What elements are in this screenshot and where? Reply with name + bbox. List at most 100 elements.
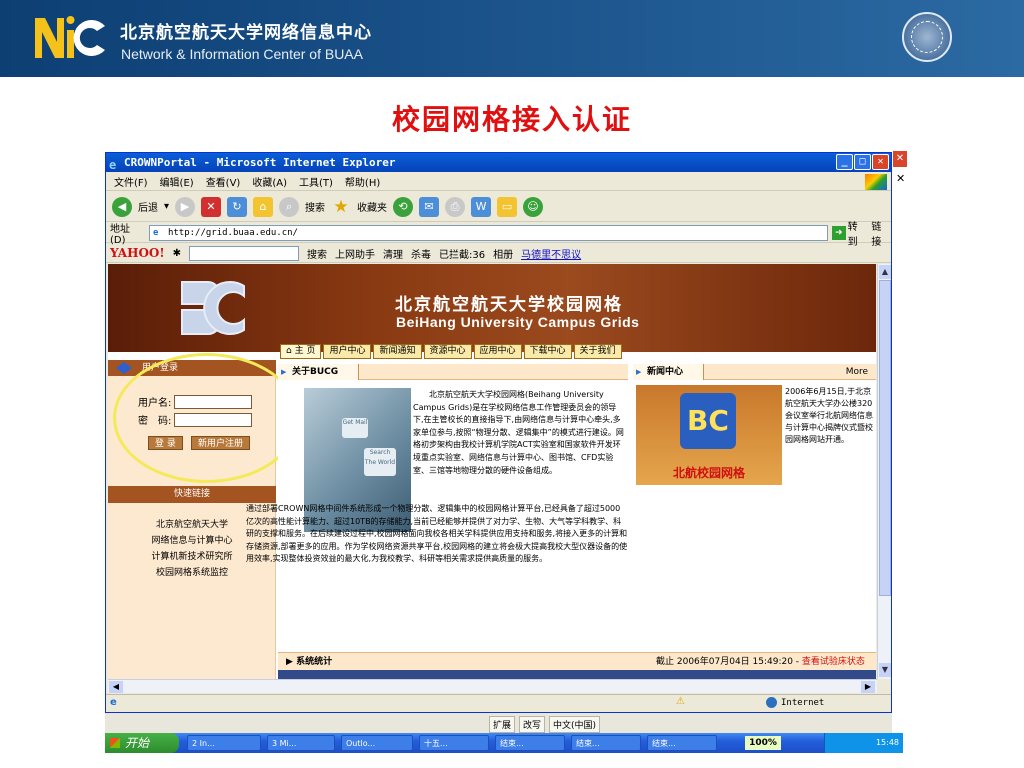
forward-arrow-icon[interactable]: ▶ bbox=[175, 196, 196, 217]
toolbar: ◀ 后退 ▾ ▶ ✕ ↻ ⌂ ⌕ 搜索 ★ 收藏夹 ⟲ ✉ ⎙ W ▭ ☺ bbox=[106, 192, 891, 222]
globe-icon bbox=[766, 697, 777, 708]
menu-help[interactable]: 帮助(H) bbox=[345, 174, 380, 189]
menu-file[interactable]: 文件(F) bbox=[114, 174, 148, 189]
task-word[interactable]: 3 Mi... bbox=[267, 735, 335, 751]
outer-close-small-icon[interactable]: ✕ bbox=[896, 172, 905, 185]
login-header: 用户登录 bbox=[108, 360, 276, 376]
yahoo-search-input[interactable] bbox=[189, 245, 300, 261]
task-ie[interactable]: 2 In... bbox=[187, 735, 261, 751]
nav-downloads[interactable]: 下载中心 bbox=[523, 344, 572, 359]
menu-favorites[interactable]: 收藏(A) bbox=[252, 174, 287, 189]
warning-icon[interactable]: ⚠ bbox=[676, 696, 685, 707]
scroll-up-icon[interactable]: ▲ bbox=[879, 265, 891, 279]
task-end-2[interactable]: 结束... bbox=[571, 735, 641, 751]
nav-home[interactable]: ⌂ 主 页 bbox=[280, 344, 322, 359]
ime-language[interactable]: 中文(中国) bbox=[549, 716, 601, 733]
search-icon[interactable]: ⌕ bbox=[279, 196, 300, 217]
menu-view[interactable]: 查看(V) bbox=[206, 174, 241, 189]
horizontal-scrollbar[interactable]: ◀ ▶ bbox=[108, 679, 877, 693]
yahoo-antivirus-button[interactable]: 杀毒 bbox=[411, 246, 431, 261]
scroll-thumb[interactable] bbox=[879, 280, 891, 596]
yahoo-clean-button[interactable]: 清理 bbox=[383, 246, 403, 261]
go-button[interactable]: ➜ 转到 bbox=[831, 218, 867, 248]
menubar: 文件(F) 编辑(E) 查看(V) 收藏(A) 工具(T) 帮助(H) bbox=[106, 173, 891, 191]
task-folder[interactable]: 十五... bbox=[419, 735, 489, 751]
nav-applications[interactable]: 应用中心 bbox=[473, 344, 522, 359]
password-input[interactable] bbox=[174, 412, 253, 427]
task-end-1[interactable]: 结束... bbox=[495, 735, 565, 751]
scroll-down-icon[interactable]: ▼ bbox=[879, 663, 891, 677]
stop-icon[interactable]: ✕ bbox=[201, 196, 222, 217]
back-arrow-icon[interactable]: ◀ bbox=[112, 196, 132, 217]
favorites-button-label[interactable]: 收藏夹 bbox=[357, 199, 387, 214]
username-row: 用户名: bbox=[138, 394, 253, 409]
ime-overwrite[interactable]: 改写 bbox=[519, 716, 546, 733]
refresh-icon[interactable]: ↻ bbox=[227, 196, 248, 217]
yahoo-gear-icon[interactable]: ✱ bbox=[173, 248, 181, 259]
close-button[interactable]: ✕ bbox=[872, 154, 889, 170]
system-stats-date-text: 截止 2006年07月04日 15:49:20 - bbox=[656, 657, 802, 667]
slide-title: 校园网格接入认证 bbox=[391, 103, 632, 136]
bg-logo-icon bbox=[181, 281, 245, 335]
mail-icon[interactable]: ✉ bbox=[419, 196, 440, 217]
yahoo-promo-link[interactable]: 马德里不思议 bbox=[521, 246, 581, 261]
system-stats-bar: ▶ 系统统计 截止 2006年07月04日 15:49:20 - 查看试验床状态 bbox=[278, 652, 876, 670]
links-label[interactable]: 链接 bbox=[871, 218, 891, 248]
history-icon[interactable]: ⟲ bbox=[393, 196, 414, 217]
outer-close-icon[interactable]: ✕ bbox=[893, 151, 907, 167]
system-stats-label: 系统统计 bbox=[296, 657, 333, 667]
testbed-status-link[interactable]: 查看试验床状态 bbox=[802, 657, 865, 667]
yahoo-blocked-button[interactable]: 已拦截:36 bbox=[439, 246, 485, 261]
scroll-left-icon[interactable]: ◀ bbox=[109, 681, 123, 693]
windows-flag-icon bbox=[865, 174, 887, 190]
nav-about[interactable]: 关于我们 bbox=[573, 344, 622, 359]
back-button-label[interactable]: 后退 bbox=[138, 199, 158, 214]
menu-edit[interactable]: 编辑(E) bbox=[160, 174, 194, 189]
task-end-3[interactable]: 结束... bbox=[647, 735, 717, 751]
quick-link-monitor[interactable]: 校园网格系统监控 bbox=[108, 565, 276, 581]
login-button[interactable]: 登 录 bbox=[148, 436, 183, 450]
about-tab[interactable]: 关于BUCG bbox=[278, 364, 360, 380]
news-tab[interactable]: 新闻中心 bbox=[633, 364, 705, 380]
about-section: 关于BUCG Get Mail Search The World 北京航空航天大… bbox=[246, 364, 628, 654]
back-dropdown-icon[interactable]: ▾ bbox=[164, 201, 169, 212]
news-text[interactable]: 2006年6月15日,于北京航空航天大学办公楼320会议室举行北航网络信息与计算… bbox=[785, 386, 875, 446]
scroll-right-icon[interactable]: ▶ bbox=[861, 681, 875, 693]
clock[interactable]: 15:48 bbox=[876, 738, 899, 747]
start-button[interactable]: 开始 bbox=[105, 733, 179, 753]
news-more-link[interactable]: More bbox=[846, 364, 868, 380]
site-title-en: BeiHang University Campus Grids bbox=[396, 314, 640, 330]
address-input[interactable]: http://grid.buaa.edu.cn/ bbox=[148, 224, 828, 241]
statusbar: e ⚠ Internet bbox=[106, 694, 891, 712]
messenger-icon[interactable]: ☺ bbox=[523, 196, 544, 217]
yahoo-assistant-button[interactable]: 上网助手 bbox=[335, 246, 375, 261]
home-icon[interactable]: ⌂ bbox=[253, 196, 274, 217]
minimize-button[interactable]: _ bbox=[836, 154, 853, 170]
menu-tools[interactable]: 工具(T) bbox=[299, 174, 333, 189]
vertical-scrollbar[interactable]: ▲ ▼ bbox=[877, 264, 891, 679]
nav-news[interactable]: 新闻通知 bbox=[373, 344, 422, 359]
yahoo-logo[interactable]: YAHOO! bbox=[110, 246, 165, 260]
yahoo-album-button[interactable]: 相册 bbox=[493, 246, 513, 261]
zoom-level[interactable]: 100% bbox=[745, 736, 781, 750]
folder-icon[interactable]: ▭ bbox=[497, 196, 518, 217]
task-outlook[interactable]: Outlo... bbox=[341, 735, 413, 751]
news-header: 新闻中心 More bbox=[633, 364, 876, 380]
favorites-star-icon[interactable]: ★ bbox=[331, 197, 351, 217]
username-input[interactable] bbox=[174, 394, 253, 409]
ime-extend[interactable]: 扩展 bbox=[489, 716, 516, 733]
register-button[interactable]: 新用户注册 bbox=[191, 436, 251, 450]
print-icon[interactable]: ⎙ bbox=[445, 196, 466, 217]
maximize-button[interactable]: □ bbox=[854, 154, 871, 170]
ime-bar: 扩展 改写 中文(中国) bbox=[489, 716, 601, 733]
ie-titlebar[interactable]: e CROWNPortal - Microsoft Internet Explo… bbox=[106, 153, 891, 172]
user-login-icon bbox=[116, 362, 132, 374]
search-button-label[interactable]: 搜索 bbox=[305, 199, 325, 214]
yahoo-search-button[interactable]: 搜索 bbox=[307, 246, 327, 261]
nav-resources[interactable]: 资源中心 bbox=[423, 344, 472, 359]
nav-user-center[interactable]: 用户中心 bbox=[323, 344, 372, 359]
web-page: 北京航空航天大学校园网格 BeiHang University Campus G… bbox=[108, 264, 876, 679]
site-nav: ⌂ 主 页 用户中心 新闻通知 资源中心 应用中心 下载中心 关于我们 bbox=[280, 344, 622, 359]
edit-icon[interactable]: W bbox=[471, 196, 492, 217]
system-stats-date: 截止 2006年07月04日 15:49:20 - 查看试验床状态 bbox=[656, 653, 865, 671]
